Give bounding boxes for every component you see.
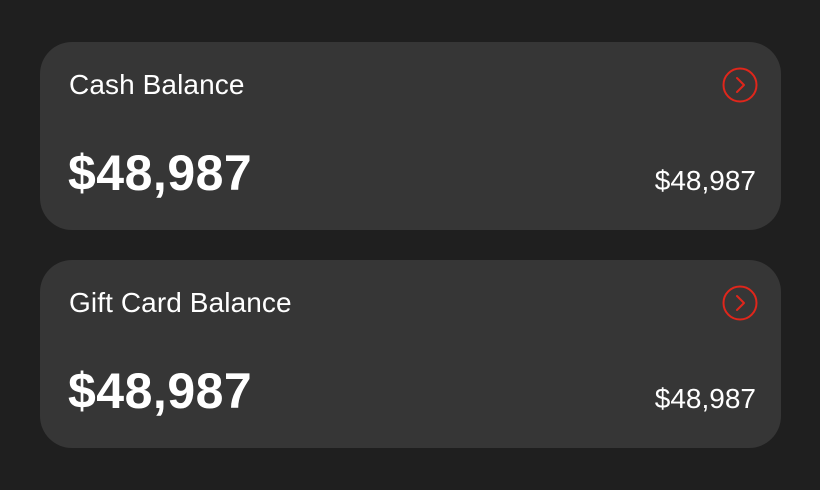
- balance-amount: $48,987: [68, 145, 253, 201]
- card-title: Cash Balance: [69, 69, 245, 100]
- gift-card-balance-card[interactable]: Gift Card Balance $48,987 $48,987: [40, 260, 781, 448]
- cash-balance-card[interactable]: Cash Balance $48,987 $48,987: [40, 42, 781, 230]
- card-title: Gift Card Balance: [69, 287, 292, 318]
- secondary-amount: $48,987: [654, 165, 756, 196]
- secondary-amount: $48,987: [654, 383, 756, 414]
- balance-amount: $48,987: [68, 363, 253, 419]
- chevron-right-circle-icon[interactable]: [721, 66, 759, 104]
- chevron-right-circle-icon[interactable]: [721, 284, 759, 322]
